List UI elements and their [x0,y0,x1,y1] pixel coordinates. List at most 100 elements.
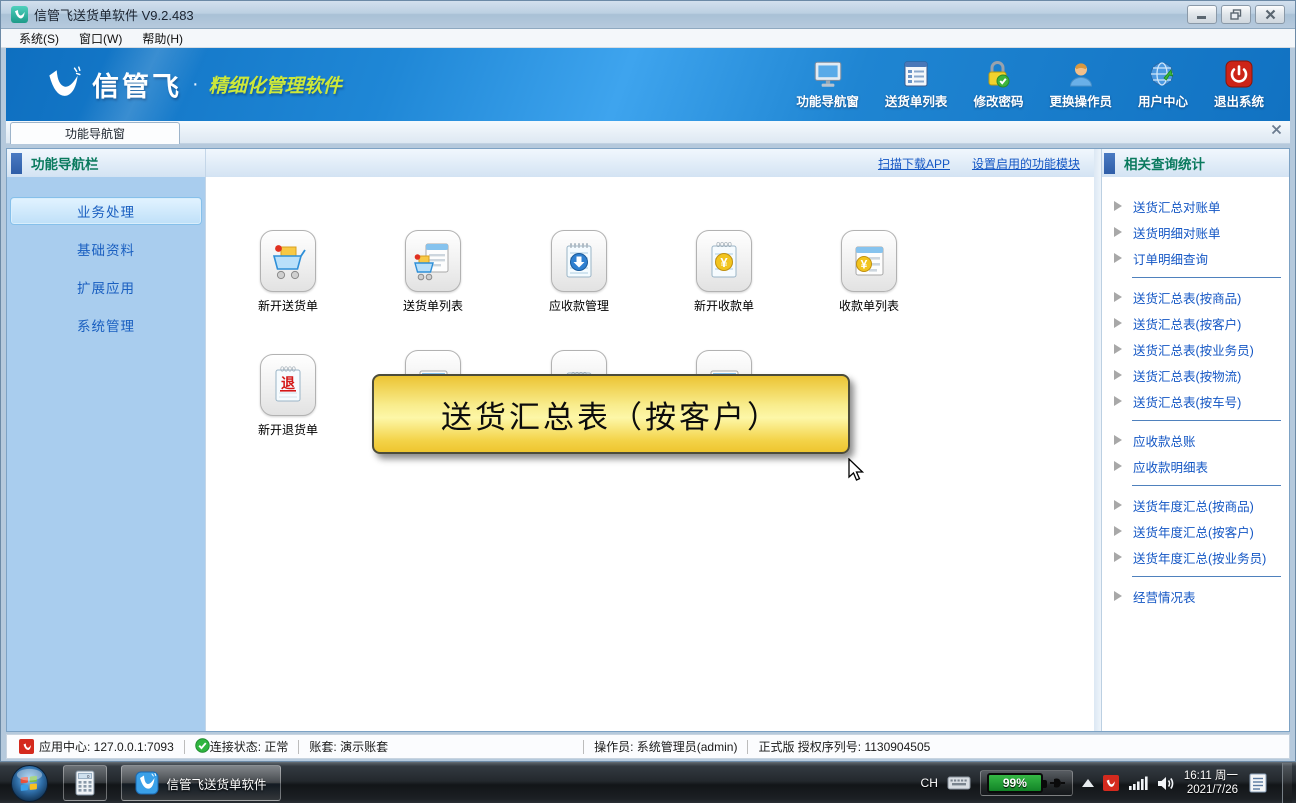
toolbar-switch-operator-button[interactable]: 更换操作员 [1049,59,1112,110]
sidebar-item-business[interactable]: 业务处理 [10,197,202,225]
taskbar-app-button[interactable]: 信管飞送货单软件 [121,765,281,801]
sidebar-item-basedata[interactable]: 基础资料 [10,235,202,263]
volume-icon[interactable] [1157,776,1175,791]
restore-button[interactable] [1221,5,1251,24]
triangle-bullet-icon [1114,526,1122,536]
toolbar-label: 功能导航窗 [796,91,859,110]
content: 功能导航栏 业务处理 基础资料 扩展应用 系统管理 扫描下载APP 设置启用的功… [6,148,1290,732]
tile-receivables[interactable]: 应收款管理 [534,230,624,314]
triangle-bullet-icon [1114,318,1122,328]
query-item-label: 送货汇总对账单 [1133,197,1221,216]
menu-help[interactable]: 帮助(H) [132,30,193,47]
query-item[interactable]: 送货明细对账单 [1102,219,1289,245]
minimize-button[interactable] [1187,5,1217,24]
tile-receipt-list[interactable]: ¥ 收款单列表 [824,230,914,314]
tray-app-icon[interactable] [1103,775,1119,791]
menu-system[interactable]: 系统(S) [9,30,69,47]
toolbar-label: 用户中心 [1138,91,1188,110]
sidebar-item-extensions[interactable]: 扩展应用 [10,273,202,301]
tile-label: 应收款管理 [549,297,609,314]
ime-indicator[interactable]: CH [921,776,938,790]
taskbar-calculator-button[interactable]: 0 [63,765,107,801]
status-divider [298,740,299,754]
tile-new-receipt[interactable]: 0000 ¥ 新开收款单 [679,230,769,314]
query-item[interactable]: 送货汇总表(按客户) [1102,310,1289,336]
panel-marker [1104,153,1115,174]
status-connection: 连接状态: 正常 [210,738,289,755]
battery-panel[interactable]: 99% [980,770,1073,796]
power-plug-icon [1048,776,1066,790]
app-logo-icon [135,771,159,795]
query-item-label: 送货汇总表(按车号) [1133,392,1241,411]
tab-nav-window[interactable]: 功能导航窗 [10,122,180,144]
keyboard-icon[interactable] [947,776,971,790]
toolbar-label: 修改密码 [973,91,1023,110]
query-item-label: 送货明细对账单 [1133,223,1221,242]
icon-area: 新开送货单 [206,177,1094,731]
query-item[interactable]: 送货年度汇总(按商品) [1102,492,1289,518]
brand-separator: · [192,73,199,96]
tile-delivery-list[interactable]: 送货单列表 [388,230,478,314]
triangle-bullet-icon [1114,292,1122,302]
module-settings-link[interactable]: 设置启用的功能模块 [972,155,1080,172]
tile-new-return[interactable]: 0000 退 新开退货单 [243,354,333,438]
nav-panel-title: 功能导航栏 [31,153,99,173]
query-item[interactable]: 送货汇总表(按车号) [1102,388,1289,414]
query-item-label: 送货年度汇总(按客户) [1133,522,1254,541]
show-hidden-icons-button[interactable] [1082,779,1094,787]
query-panel-title: 相关查询统计 [1124,153,1205,173]
show-desktop-button[interactable] [1282,763,1292,803]
tile-label: 新开退货单 [258,421,318,438]
sidebar: 业务处理 基础资料 扩展应用 系统管理 [7,177,205,731]
query-item[interactable]: 送货汇总对账单 [1102,193,1289,219]
toolbar-nav-window-button[interactable]: 功能导航窗 [796,59,859,110]
banner-toolbar: 功能导航窗 送货单列表 [796,59,1290,110]
triangle-bullet-icon [1114,344,1122,354]
status-operator: 操作员: 系统管理员(admin) [594,738,737,755]
query-panel-header: 相关查询统计 [1102,149,1289,177]
query-item[interactable]: 应收款明细表 [1102,453,1289,479]
brand-swoosh-icon [42,64,84,106]
menu-window[interactable]: 窗口(W) [69,30,132,47]
status-license: 正式版 授权序列号: 1130904505 [758,738,930,755]
query-item-label: 应收款总账 [1133,431,1196,450]
status-divider [184,740,185,754]
query-item[interactable]: 应收款总账 [1102,427,1289,453]
query-item-label: 订单明细查询 [1133,249,1208,268]
taskbar-clock[interactable]: 16:11 周一 2021/7/26 [1184,769,1238,797]
query-item[interactable]: 送货汇总表(按商品) [1102,284,1289,310]
toolbar-label: 更换操作员 [1049,91,1112,110]
query-item[interactable]: 送货年度汇总(按业务员) [1102,544,1289,570]
mouse-cursor-icon [846,458,866,482]
screen: 信管飞送货单软件 V9.2.483 系统(S) 窗口(W) 帮助(H) 信管飞 … [0,0,1296,803]
sidebar-item-system[interactable]: 系统管理 [10,311,202,339]
query-item[interactable]: 送货汇总表(按物流) [1102,362,1289,388]
status-account: 账套: 演示账套 [309,738,388,755]
toolbar-user-center-button[interactable]: 用户中心 [1138,59,1188,110]
close-button[interactable] [1255,5,1285,24]
triangle-bullet-icon [1114,253,1122,263]
tile-label: 收款单列表 [839,297,899,314]
query-item[interactable]: 经营情况表 [1102,583,1289,609]
start-button[interactable] [10,764,49,803]
query-item[interactable]: 送货汇总表(按业务员) [1102,336,1289,362]
network-signal-icon[interactable] [1128,776,1148,790]
query-item[interactable]: 订单明细查询 [1102,245,1289,271]
notification-doc-icon[interactable] [1247,772,1269,794]
group-separator [1132,485,1281,486]
taskbar: 0 信管飞送货单软件 CH [0,762,1296,803]
tile-new-delivery[interactable]: 新开送货单 [243,230,333,314]
brand-name: 信管飞 [92,65,182,104]
toolbar-label: 送货单列表 [885,91,948,110]
tab-close-button[interactable] [1271,124,1282,138]
triangle-bullet-icon [1114,201,1122,211]
left-panel-header: 功能导航栏 [7,149,205,177]
query-item[interactable]: 送货年度汇总(按客户) [1102,518,1289,544]
toolbar-change-password-button[interactable]: 修改密码 [973,59,1023,110]
triangle-bullet-icon [1114,591,1122,601]
query-item-label: 送货汇总表(按客户) [1133,314,1241,333]
toolbar-delivery-list-button[interactable]: 送货单列表 [885,59,948,110]
app-logo-icon [11,6,28,23]
toolbar-exit-button[interactable]: 退出系统 [1214,59,1264,110]
download-app-link[interactable]: 扫描下载APP [878,155,950,172]
